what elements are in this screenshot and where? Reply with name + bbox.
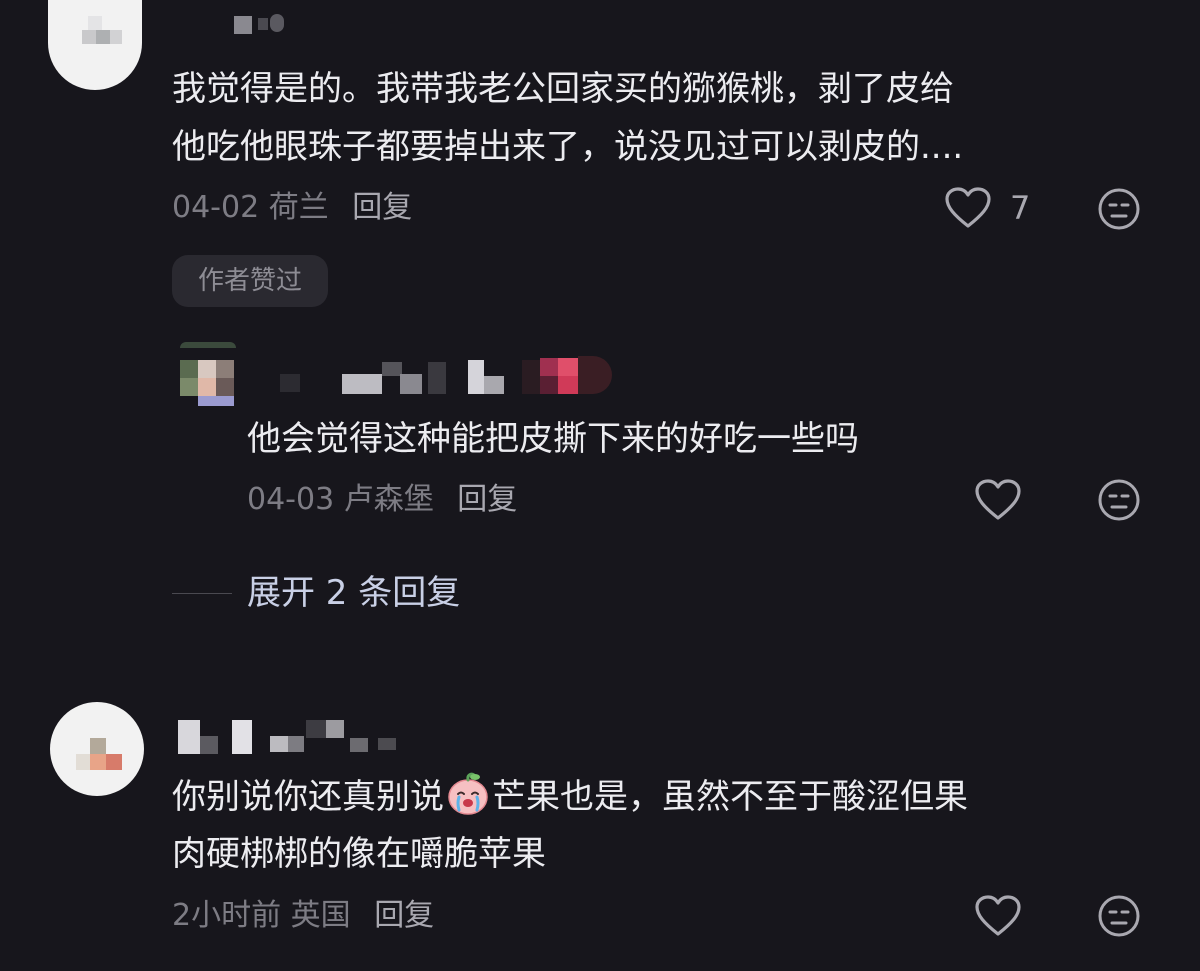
heart-outline-icon[interactable] bbox=[944, 186, 992, 230]
reply-text: 他会觉得这种能把皮撕下来的好吃一些吗 bbox=[247, 410, 859, 468]
reply-button[interactable]: 回复 bbox=[352, 190, 412, 225]
avatar[interactable] bbox=[180, 342, 236, 406]
reply-meta: 04-03 卢森堡 回复 bbox=[247, 480, 517, 520]
reply-button[interactable]: 回复 bbox=[457, 482, 517, 517]
reply-location: 卢森堡 bbox=[343, 482, 434, 517]
username-blurred[interactable] bbox=[178, 716, 408, 756]
comment-text: 你别说你还真别说 芒果也是，虽然不至于酸涩但果 bbox=[172, 768, 968, 826]
comment-text-line: 我觉得是的。我带我老公回家买的猕猴桃，剥了皮给 bbox=[172, 69, 954, 109]
comment-text: 他吃他眼珠子都要掉出来了，说没见过可以剥皮的.... bbox=[172, 118, 963, 176]
comment-meta: 04-02 荷兰 回复 bbox=[172, 188, 412, 228]
meh-face-icon[interactable] bbox=[1097, 478, 1141, 522]
comment-text-line: 你别说你还真别说 bbox=[172, 777, 444, 817]
comment-text-line: 芒果也是，虽然不至于酸涩但果 bbox=[492, 777, 968, 817]
username-blurred[interactable] bbox=[250, 350, 620, 398]
expand-divider bbox=[172, 593, 232, 594]
comment-text: 肉硬梆梆的像在嚼脆苹果 bbox=[172, 825, 546, 883]
comment-text: 我觉得是的。我带我老公回家买的猕猴桃，剥了皮给 bbox=[172, 60, 954, 118]
username-blurred[interactable] bbox=[232, 10, 292, 36]
comment-location: 荷兰 bbox=[268, 190, 329, 225]
comment-meta: 2小时前 英国 回复 bbox=[172, 896, 434, 936]
meh-face-icon[interactable] bbox=[1097, 894, 1141, 938]
meh-face-icon[interactable] bbox=[1097, 187, 1141, 231]
comment-date: 2小时前 bbox=[172, 898, 282, 933]
comment-text-line: 他吃他眼珠子都要掉出来了，说没见过可以剥皮的.... bbox=[172, 127, 964, 167]
comment-text-line: 肉硬梆梆的像在嚼脆苹果 bbox=[172, 834, 546, 874]
like-count: 7 bbox=[1010, 189, 1031, 227]
avatar[interactable] bbox=[50, 702, 144, 796]
reply-date: 04-03 bbox=[247, 482, 335, 517]
reply-button[interactable]: 回复 bbox=[374, 898, 434, 933]
expand-replies-button[interactable]: 展开 2 条回复 bbox=[247, 570, 460, 616]
comment-location: 英国 bbox=[290, 898, 351, 933]
heart-outline-icon[interactable] bbox=[974, 478, 1022, 522]
comment-thread: 我觉得是的。我带我老公回家买的猕猴桃，剥了皮给 他吃他眼珠子都要掉出来了，说没见… bbox=[0, 0, 1200, 971]
author-liked-badge: 作者赞过 bbox=[172, 255, 328, 307]
comment-date: 04-02 bbox=[172, 190, 260, 225]
crying-peach-emoji bbox=[448, 772, 488, 815]
reply-text-line: 他会觉得这种能把皮撕下来的好吃一些吗 bbox=[247, 419, 859, 459]
avatar[interactable] bbox=[48, 0, 142, 90]
heart-outline-icon[interactable] bbox=[974, 894, 1022, 938]
